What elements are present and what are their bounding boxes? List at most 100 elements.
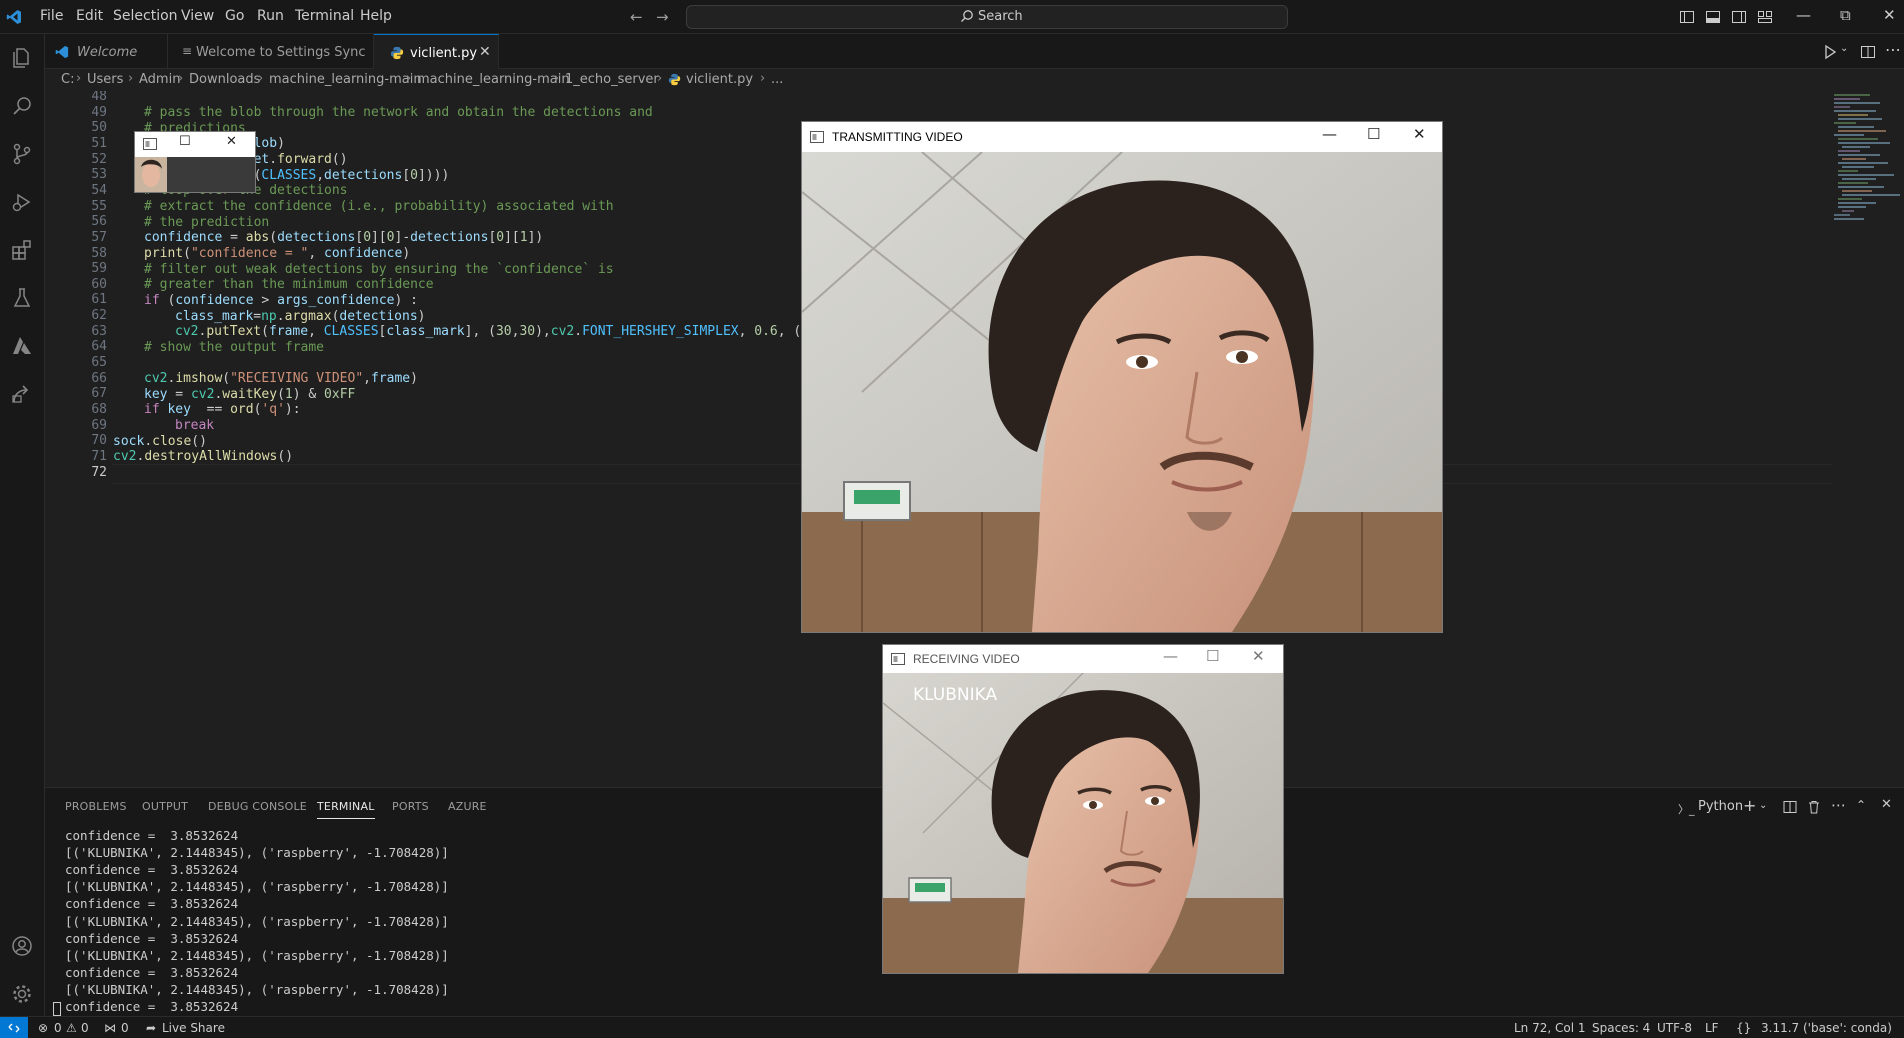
toggle-panel-icon[interactable] bbox=[1705, 9, 1721, 25]
tab-welcome[interactable]: Welcome bbox=[45, 34, 168, 69]
more-actions-icon[interactable]: ⋯ bbox=[1885, 40, 1901, 59]
tab-label: viclient.py bbox=[410, 46, 478, 61]
tab-settings-sync[interactable]: ≡ Welcome to Settings Sync bbox=[168, 34, 374, 69]
terminal-line: [('KLUBNIKA', 2.1448345), ('raspberry', … bbox=[65, 947, 449, 963]
breadcrumb-item[interactable]: ... bbox=[771, 72, 783, 87]
kill-terminal-trash-icon[interactable] bbox=[1807, 800, 1821, 814]
testing-icon[interactable] bbox=[10, 286, 34, 310]
source-control-icon[interactable] bbox=[10, 142, 34, 166]
run-debug-icon[interactable] bbox=[10, 190, 34, 214]
toggle-secondary-sidebar-icon[interactable] bbox=[1731, 9, 1747, 25]
remote-indicator[interactable] bbox=[0, 1017, 28, 1038]
split-editor-icon[interactable] bbox=[1860, 44, 1876, 60]
tab-debug-console[interactable]: DEBUG CONSOLE bbox=[208, 800, 307, 813]
window-titlebar[interactable]: RECEIVING VIDEO — ☐ ✕ bbox=[883, 645, 1283, 673]
encoding[interactable]: UTF-8 bbox=[1657, 1021, 1692, 1035]
breadcrumb-item[interactable]: 1_echo_server bbox=[565, 72, 659, 87]
more-actions-icon[interactable]: ⋯ bbox=[1831, 796, 1846, 814]
remote-explorer-icon[interactable] bbox=[10, 382, 34, 406]
menu-terminal[interactable]: Terminal bbox=[295, 8, 354, 24]
breadcrumb-item[interactable]: Users bbox=[87, 72, 123, 87]
restore-icon[interactable]: ⧉ bbox=[1840, 6, 1851, 24]
menu-selection[interactable]: Selection bbox=[113, 8, 178, 24]
terminal-line: [('KLUBNIKA', 2.1448345), ('raspberry', … bbox=[65, 913, 449, 929]
menu-run[interactable]: Run bbox=[257, 8, 284, 24]
tab-label: Welcome to Settings Sync bbox=[196, 45, 366, 60]
close-icon[interactable]: ✕ bbox=[1883, 6, 1896, 24]
line-ending[interactable]: LF bbox=[1705, 1021, 1719, 1035]
minimap[interactable] bbox=[1790, 91, 1904, 241]
breadcrumb-item[interactable]: Admin bbox=[139, 72, 180, 87]
menu-edit[interactable]: Edit bbox=[76, 8, 103, 24]
breadcrumb-item[interactable]: machine_learning-main bbox=[417, 72, 570, 87]
terminal-line: [('KLUBNIKA', 2.1448345), ('raspberry', … bbox=[65, 879, 449, 895]
tab-problems[interactable]: PROBLEMS bbox=[65, 800, 127, 813]
python-interpreter[interactable]: 3.11.7 ('base': conda) bbox=[1761, 1021, 1892, 1035]
code-line: # show the output frame bbox=[144, 340, 325, 355]
run-dropdown-icon[interactable]: ⌄ bbox=[1840, 43, 1848, 54]
errors-count[interactable]: 0 bbox=[54, 1021, 62, 1035]
search-view-icon[interactable] bbox=[10, 94, 34, 118]
search-placeholder: Search bbox=[978, 9, 1023, 24]
nav-back-icon[interactable]: ← bbox=[630, 8, 643, 26]
breadcrumb-item[interactable]: Downloads bbox=[189, 72, 260, 87]
terminal-dropdown-icon[interactable]: ⌄ bbox=[1759, 800, 1767, 811]
menu-view[interactable]: View bbox=[181, 8, 214, 24]
breadcrumb-item[interactable]: C: bbox=[61, 72, 74, 87]
close-panel-icon[interactable]: ✕ bbox=[1881, 797, 1892, 812]
close-icon[interactable]: ✕ bbox=[1413, 125, 1426, 143]
menu-file[interactable]: File bbox=[40, 8, 63, 24]
ports-count[interactable]: 0 bbox=[121, 1021, 129, 1035]
breadcrumb-item[interactable]: viclient.py bbox=[686, 72, 753, 87]
code-line: class_mark=np.argmax(detections) bbox=[175, 309, 426, 324]
maximize-icon[interactable]: ☐ bbox=[179, 134, 191, 149]
settings-gear-icon[interactable] bbox=[10, 982, 34, 1006]
maximize-panel-icon[interactable]: ⌃ bbox=[1856, 798, 1866, 812]
minimize-icon[interactable]: — bbox=[1322, 125, 1337, 143]
code-line: # the prediction bbox=[144, 215, 270, 230]
receiving-video-window[interactable]: RECEIVING VIDEO — ☐ ✕ KLUBNIKA bbox=[883, 645, 1283, 973]
terminal-shell-name[interactable]: Python bbox=[1698, 799, 1743, 814]
account-icon[interactable] bbox=[10, 934, 34, 958]
minimize-icon[interactable]: — bbox=[1163, 647, 1178, 665]
tab-azure[interactable]: AZURE bbox=[448, 800, 487, 813]
code-line: # extract the confidence (i.e., probabil… bbox=[144, 199, 614, 214]
line-number: 60 bbox=[91, 276, 107, 292]
small-face-thumbnail bbox=[135, 157, 167, 192]
nav-forward-icon[interactable]: → bbox=[656, 8, 669, 26]
line-number: 49 bbox=[91, 104, 107, 120]
new-terminal-icon[interactable]: + bbox=[1743, 796, 1756, 815]
tab-ports[interactable]: PORTS bbox=[392, 800, 429, 813]
transmitting-video-window[interactable]: TRANSMITTING VIDEO — ☐ ✕ bbox=[802, 122, 1442, 632]
live-share-button[interactable]: Live Share bbox=[162, 1021, 225, 1035]
small-video-window[interactable]: ☐ ✕ bbox=[135, 132, 255, 192]
run-python-file-icon[interactable] bbox=[1822, 44, 1838, 60]
terminal-line: [('KLUBNIKA', 2.1448345), ('raspberry', … bbox=[65, 845, 449, 861]
close-icon[interactable]: ✕ bbox=[1252, 647, 1265, 665]
maximize-icon[interactable]: ☐ bbox=[1367, 125, 1380, 143]
code-line: # pass the blob through the network and … bbox=[144, 105, 653, 120]
window-titlebar[interactable]: TRANSMITTING VIDEO — ☐ ✕ bbox=[802, 122, 1442, 152]
terminal-line: confidence = 3.8532624 bbox=[65, 999, 239, 1014]
tab-viclient[interactable]: viclient.py ✕ bbox=[374, 34, 499, 69]
search-icon bbox=[961, 10, 973, 22]
menu-go[interactable]: Go bbox=[225, 8, 244, 24]
cursor-position[interactable]: Ln 72, Col 1 bbox=[1514, 1021, 1586, 1035]
split-terminal-icon[interactable] bbox=[1783, 800, 1797, 814]
maximize-icon[interactable]: ☐ bbox=[1206, 647, 1219, 665]
toggle-sidebar-icon[interactable] bbox=[1679, 9, 1695, 25]
warnings-count[interactable]: 0 bbox=[81, 1021, 89, 1035]
menu-help[interactable]: Help bbox=[360, 8, 392, 24]
minimize-icon[interactable]: — bbox=[1796, 6, 1811, 24]
azure-icon[interactable] bbox=[10, 334, 34, 358]
extensions-icon[interactable] bbox=[10, 238, 34, 262]
indentation[interactable]: Spaces: 4 bbox=[1592, 1021, 1650, 1035]
tab-output[interactable]: OUTPUT bbox=[142, 800, 188, 813]
breadcrumb-item[interactable]: machine_learning-main bbox=[269, 72, 422, 87]
line-number: 59 bbox=[91, 261, 107, 277]
close-tab-icon[interactable]: ✕ bbox=[479, 44, 491, 60]
customize-layout-icon[interactable] bbox=[1757, 9, 1773, 25]
close-icon[interactable]: ✕ bbox=[226, 134, 237, 149]
explorer-icon[interactable] bbox=[10, 46, 34, 70]
tab-terminal[interactable]: TERMINAL bbox=[317, 800, 375, 819]
